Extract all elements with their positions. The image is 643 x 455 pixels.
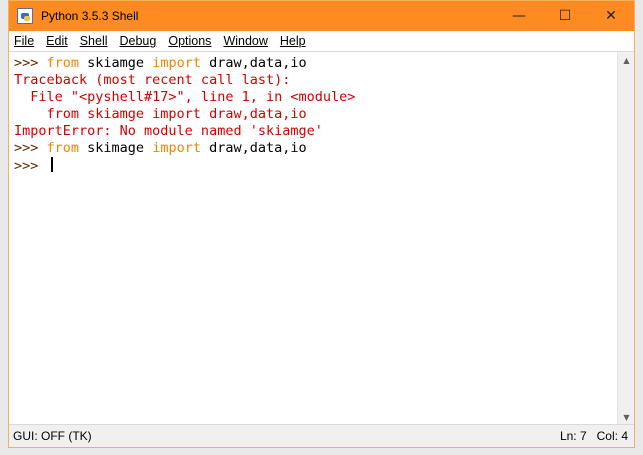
scroll-up-arrow-icon[interactable]: ▲ — [618, 52, 635, 69]
code-text: skimage — [79, 140, 153, 156]
status-bar: GUI: OFF (TK) Ln: 7 Col: 4 — [9, 424, 634, 447]
vertical-scrollbar[interactable]: ▲ ▼ — [617, 52, 634, 426]
shell-text-area[interactable]: >>> from skiamge import draw,data,io Tra… — [9, 52, 617, 426]
close-button[interactable]: ✕ — [588, 1, 634, 31]
keyword: import — [152, 55, 201, 71]
minimize-button[interactable]: — — [496, 1, 542, 31]
code-text: draw,data,io — [200, 55, 307, 71]
shell-line: >>> from skimage import draw,data,io — [14, 140, 617, 157]
keyword: from — [46, 140, 80, 156]
shell-line: >>> from skiamge import draw,data,io — [14, 55, 617, 72]
maximize-button[interactable]: ☐ — [542, 1, 588, 31]
text-cursor — [50, 157, 53, 172]
error-line: ImportError: No module named 'skiamge' — [14, 123, 323, 139]
menu-bar: File Edit Shell Debug Options Window Hel… — [9, 31, 634, 52]
shell-line: >>> — [14, 157, 617, 174]
menu-shell[interactable]: Shell — [74, 34, 114, 48]
error-line: Traceback (most recent call last): — [14, 72, 291, 88]
window-controls: — ☐ ✕ — [496, 1, 634, 31]
menu-window[interactable]: Window — [217, 34, 273, 48]
code-text: draw,data,io — [200, 140, 307, 156]
cursor-position: Ln: 7 Col: 4 — [550, 429, 634, 443]
gui-status: GUI: OFF (TK) — [13, 429, 92, 443]
line-number: Ln: 7 — [559, 429, 587, 443]
error-line: from skiamge import draw,data,io — [14, 106, 307, 122]
column-number: Col: 4 — [596, 429, 628, 443]
idle-shell-window: Python 3.5.3 Shell — ☐ ✕ File Edit Shell… — [8, 0, 635, 448]
menu-debug[interactable]: Debug — [114, 34, 163, 48]
shell-prompt: >>> — [14, 140, 47, 156]
keyword: import — [152, 140, 201, 156]
menu-options[interactable]: Options — [162, 34, 217, 48]
menu-help[interactable]: Help — [274, 34, 312, 48]
code-text: skiamge — [79, 55, 153, 71]
menu-file[interactable]: File — [9, 34, 40, 48]
keyword: from — [46, 55, 80, 71]
shell-prompt: >>> — [14, 158, 47, 174]
window-title: Python 3.5.3 Shell — [41, 9, 139, 23]
shell-prompt: >>> — [14, 55, 47, 71]
error-line: File "<pyshell#17>", line 1, in <module> — [14, 89, 356, 105]
menu-edit[interactable]: Edit — [40, 34, 74, 48]
python-idle-icon — [17, 8, 33, 24]
title-bar[interactable]: Python 3.5.3 Shell — ☐ ✕ — [9, 1, 634, 31]
